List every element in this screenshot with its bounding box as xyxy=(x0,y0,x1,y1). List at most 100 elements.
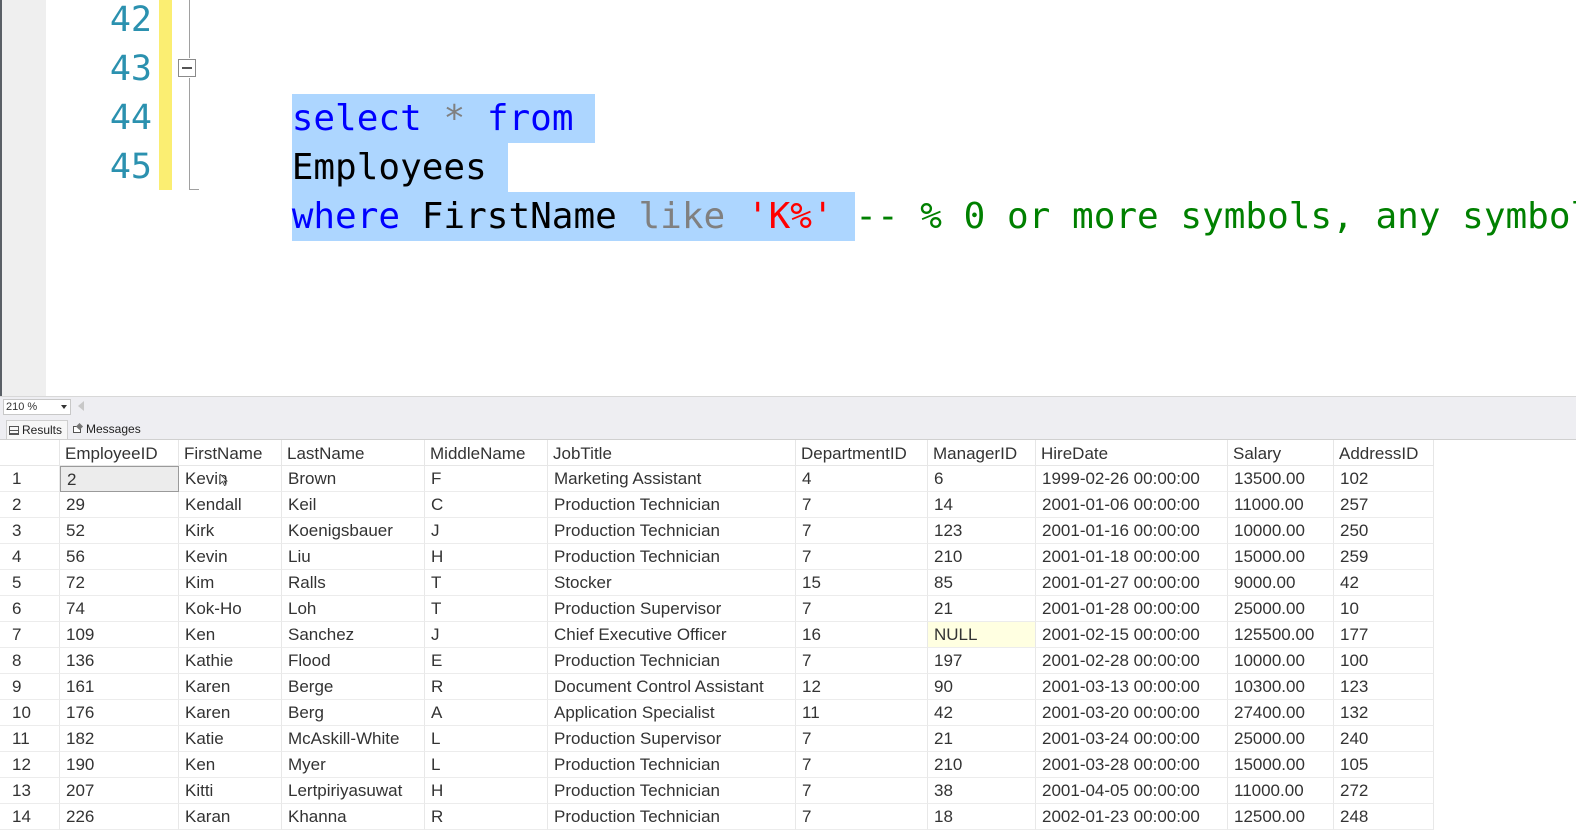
grid-cell[interactable]: 14 xyxy=(928,492,1036,518)
grid-cell[interactable]: Kevin xyxy=(179,544,282,570)
column-header[interactable]: Salary xyxy=(1228,440,1334,466)
grid-cell[interactable]: 4 xyxy=(796,466,928,492)
grid-cell[interactable]: J xyxy=(425,518,548,544)
grid-cell[interactable]: Lertpiriyasuwat xyxy=(282,778,425,804)
grid-cell[interactable]: 38 xyxy=(928,778,1036,804)
grid-cell[interactable]: 7 xyxy=(796,752,928,778)
column-header[interactable]: EmployeeID xyxy=(60,440,179,466)
grid-cell[interactable]: 10000.00 xyxy=(1228,648,1334,674)
grid-cell[interactable]: 136 xyxy=(60,648,179,674)
grid-cell[interactable]: 240 xyxy=(1334,726,1434,752)
grid-cell[interactable]: Berge xyxy=(282,674,425,700)
query-editor[interactable]: 42 43 44 45 select * from Employees wher… xyxy=(0,0,1576,396)
grid-cell[interactable]: A xyxy=(425,700,548,726)
row-number[interactable]: 6 xyxy=(0,596,60,622)
grid-cell[interactable]: Production Technician xyxy=(548,492,796,518)
grid-cell[interactable]: Production Supervisor xyxy=(548,596,796,622)
grid-cell[interactable]: R xyxy=(425,674,548,700)
grid-cell[interactable]: 25000.00 xyxy=(1228,596,1334,622)
grid-cell[interactable]: 176 xyxy=(60,700,179,726)
grid-cell[interactable]: Brown xyxy=(282,466,425,492)
row-number[interactable]: 10 xyxy=(0,700,60,726)
grid-cell[interactable]: 210 xyxy=(928,752,1036,778)
grid-cell[interactable]: Application Specialist xyxy=(548,700,796,726)
grid-cell[interactable]: Loh xyxy=(282,596,425,622)
grid-cell[interactable]: 105 xyxy=(1334,752,1434,778)
grid-cell[interactable]: McAskill-White xyxy=(282,726,425,752)
grid-cell[interactable]: 6 xyxy=(928,466,1036,492)
grid-cell[interactable]: F xyxy=(425,466,548,492)
grid-cell[interactable]: E xyxy=(425,648,548,674)
grid-cell[interactable]: 2001-01-27 00:00:00 xyxy=(1036,570,1228,596)
grid-cell[interactable]: 15000.00 xyxy=(1228,752,1334,778)
grid-cell[interactable]: 7 xyxy=(796,726,928,752)
grid-cell[interactable]: 123 xyxy=(1334,674,1434,700)
grid-cell[interactable]: 7 xyxy=(796,544,928,570)
grid-cell[interactable]: 7 xyxy=(796,518,928,544)
tab-messages[interactable]: Messages xyxy=(70,420,144,438)
column-header[interactable]: HireDate xyxy=(1036,440,1228,466)
grid-cell[interactable]: 2001-03-13 00:00:00 xyxy=(1036,674,1228,700)
column-header[interactable]: AddressID xyxy=(1334,440,1434,466)
grid-cell[interactable]: 52 xyxy=(60,518,179,544)
grid-cell[interactable]: 132 xyxy=(1334,700,1434,726)
grid-cell[interactable]: 90 xyxy=(928,674,1036,700)
grid-cell[interactable]: 248 xyxy=(1334,804,1434,830)
grid-cell[interactable]: L xyxy=(425,752,548,778)
grid-corner[interactable] xyxy=(0,440,60,466)
grid-cell[interactable]: 56 xyxy=(60,544,179,570)
grid-cell[interactable]: 12500.00 xyxy=(1228,804,1334,830)
grid-cell[interactable]: 27400.00 xyxy=(1228,700,1334,726)
column-header[interactable]: DepartmentID xyxy=(796,440,928,466)
grid-cell[interactable]: 25000.00 xyxy=(1228,726,1334,752)
grid-cell[interactable]: Kendall xyxy=(179,492,282,518)
grid-cell[interactable]: 10000.00 xyxy=(1228,518,1334,544)
column-header[interactable]: ManagerID xyxy=(928,440,1036,466)
grid-cell[interactable]: 2001-01-18 00:00:00 xyxy=(1036,544,1228,570)
grid-cell[interactable]: 2001-02-15 00:00:00 xyxy=(1036,622,1228,648)
grid-cell[interactable]: Kim xyxy=(179,570,282,596)
grid-cell[interactable]: 42 xyxy=(928,700,1036,726)
tab-results[interactable]: Results xyxy=(6,420,69,439)
grid-cell[interactable]: R xyxy=(425,804,548,830)
row-number[interactable]: 13 xyxy=(0,778,60,804)
row-number[interactable]: 7 xyxy=(0,622,60,648)
grid-cell[interactable]: 10300.00 xyxy=(1228,674,1334,700)
grid-cell[interactable]: 15 xyxy=(796,570,928,596)
grid-cell[interactable]: Sanchez xyxy=(282,622,425,648)
grid-cell[interactable]: 1999-02-26 00:00:00 xyxy=(1036,466,1228,492)
grid-cell[interactable]: Myer xyxy=(282,752,425,778)
grid-cell[interactable]: 2001-02-28 00:00:00 xyxy=(1036,648,1228,674)
column-header[interactable]: LastName xyxy=(282,440,425,466)
column-header[interactable]: FirstName xyxy=(179,440,282,466)
row-number[interactable]: 11 xyxy=(0,726,60,752)
grid-cell[interactable]: Marketing Assistant xyxy=(548,466,796,492)
grid-cell[interactable]: Production Technician xyxy=(548,544,796,570)
row-number[interactable]: 1 xyxy=(0,466,60,492)
code-line[interactable]: select * from xyxy=(205,45,596,143)
grid-cell[interactable]: 10 xyxy=(1334,596,1434,622)
grid-cell[interactable]: 123 xyxy=(928,518,1036,544)
grid-cell[interactable]: 2001-01-28 00:00:00 xyxy=(1036,596,1228,622)
grid-cell[interactable]: 42 xyxy=(1334,570,1434,596)
grid-cell[interactable]: 2001-03-20 00:00:00 xyxy=(1036,700,1228,726)
collapse-region-icon[interactable] xyxy=(178,59,196,77)
grid-cell[interactable]: Khanna xyxy=(282,804,425,830)
grid-cell[interactable]: 2002-01-23 00:00:00 xyxy=(1036,804,1228,830)
grid-cell[interactable]: Ralls xyxy=(282,570,425,596)
grid-cell[interactable]: 15000.00 xyxy=(1228,544,1334,570)
grid-cell[interactable]: 2001-03-24 00:00:00 xyxy=(1036,726,1228,752)
grid-cell[interactable]: 2 xyxy=(60,466,179,492)
grid-cell[interactable]: 12 xyxy=(796,674,928,700)
grid-cell[interactable]: Kok-Ho xyxy=(179,596,282,622)
grid-cell[interactable]: 257 xyxy=(1334,492,1434,518)
grid-cell[interactable]: 9000.00 xyxy=(1228,570,1334,596)
grid-cell[interactable]: 109 xyxy=(60,622,179,648)
grid-cell[interactable]: 210 xyxy=(928,544,1036,570)
grid-cell[interactable]: Kathie xyxy=(179,648,282,674)
column-header[interactable]: JobTitle xyxy=(548,440,796,466)
grid-cell[interactable]: Kevin xyxy=(179,466,282,492)
grid-cell[interactable]: H xyxy=(425,544,548,570)
grid-cell[interactable]: 259 xyxy=(1334,544,1434,570)
grid-cell[interactable]: Stocker xyxy=(548,570,796,596)
